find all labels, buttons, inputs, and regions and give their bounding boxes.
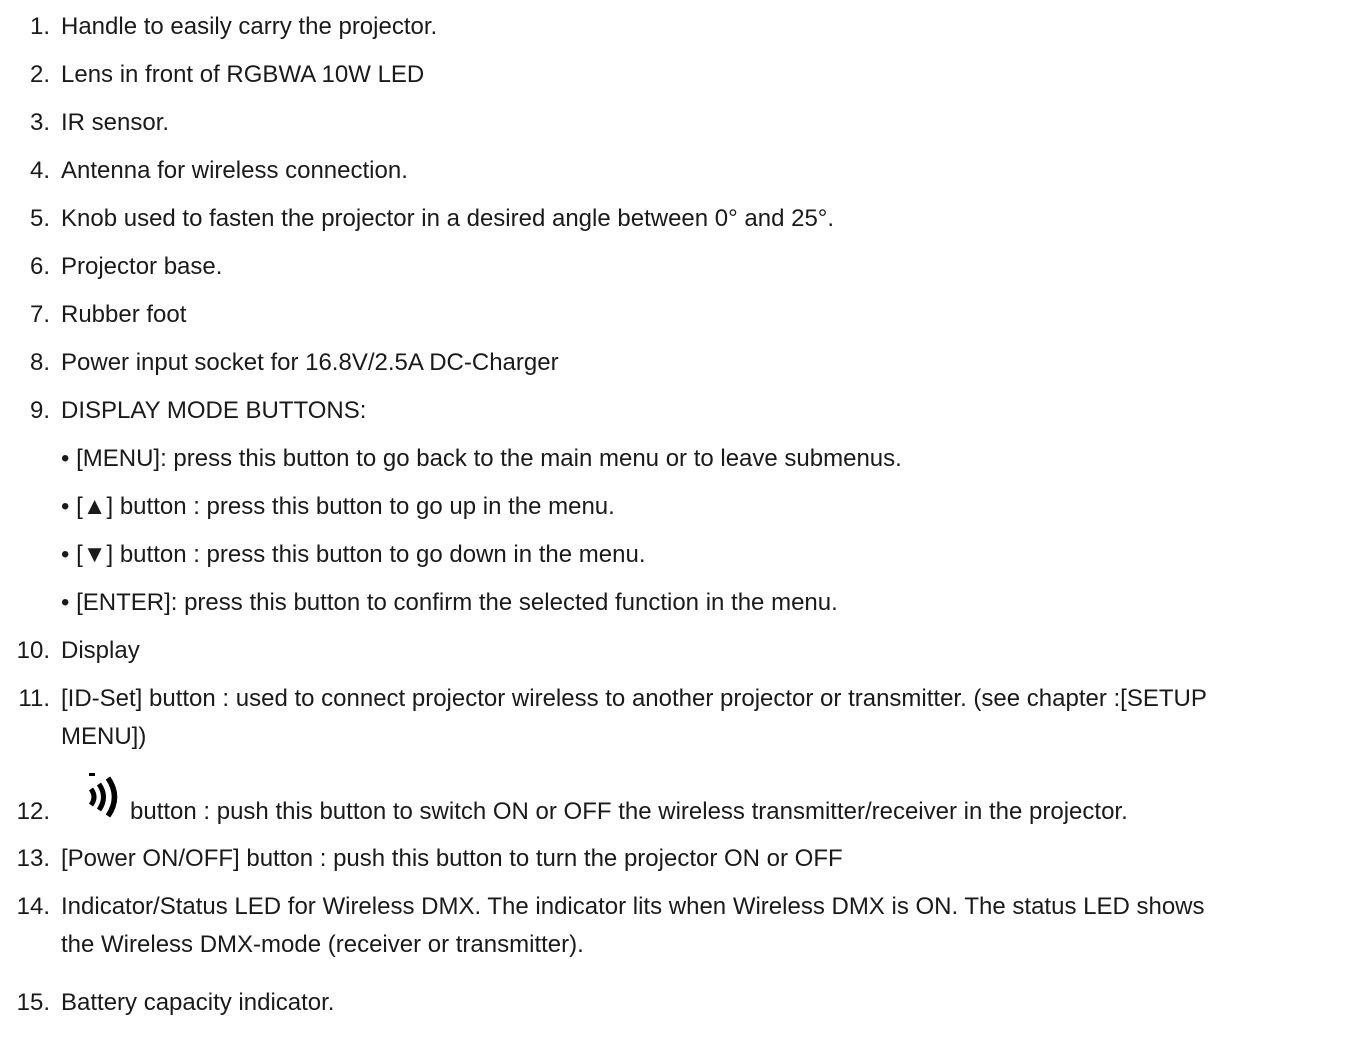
list-item-14-continuation: the Wireless DMX-mode (receiver or trans… [61, 931, 584, 958]
list-number: 9. [29, 397, 50, 424]
list-text: Power input socket for 16.8V/2.5A DC-Cha… [61, 349, 559, 376]
list-text: Antenna for wireless connection. [61, 157, 408, 184]
sub-item-up: • [▲] button : press this button to go u… [61, 493, 615, 520]
list-text: Rubber foot [61, 301, 187, 328]
list-number: 12. [16, 798, 50, 825]
sub-item-enter: • [ENTER]: press this button to confirm … [61, 589, 838, 616]
list-text: button : push this button to switch ON o… [130, 798, 1128, 825]
list-text: [ID-Set] button : used to connect projec… [61, 685, 1207, 712]
list-number: 3. [29, 109, 50, 136]
sub-item-down: • [▼] button : press this button to go d… [61, 541, 646, 568]
list-number: 11. [18, 685, 50, 712]
list-number: 1. [29, 13, 50, 40]
list-number: 8. [29, 349, 50, 376]
list-item-11-continuation: MENU]) [61, 723, 147, 750]
sub-item-menu: • [MENU]: press this button to go back t… [61, 445, 902, 472]
list-number: 2. [29, 61, 50, 88]
list-number: 7. [29, 301, 50, 328]
list-text: [Power ON/OFF] button : push this button… [61, 845, 843, 872]
list-text: Knob used to fasten the projector in a d… [61, 205, 835, 232]
list-text: Indicator/Status LED for Wireless DMX. T… [61, 893, 1205, 920]
list-text: Handle to easily carry the projector. [61, 13, 438, 40]
list-number: 4. [29, 157, 50, 184]
list-number: 5. [29, 205, 50, 232]
list-text: Display [61, 637, 140, 664]
list-text: IR sensor. [61, 109, 170, 136]
list-text: Projector base. [61, 253, 223, 280]
list-number: 13. [16, 845, 50, 872]
wireless-signal-icon [88, 773, 118, 818]
list-number: 15. [16, 989, 50, 1016]
list-text: Battery capacity indicator. [61, 989, 335, 1016]
list-text: DISPLAY MODE BUTTONS: [61, 397, 367, 424]
list-number: 14. [16, 893, 50, 920]
list-text: Lens in front of RGBWA 10W LED [61, 61, 425, 88]
list-number: 6. [29, 253, 50, 280]
document-page: 1. Handle to easily carry the projector.… [0, 0, 1359, 1039]
list-number: 10. [16, 637, 50, 664]
